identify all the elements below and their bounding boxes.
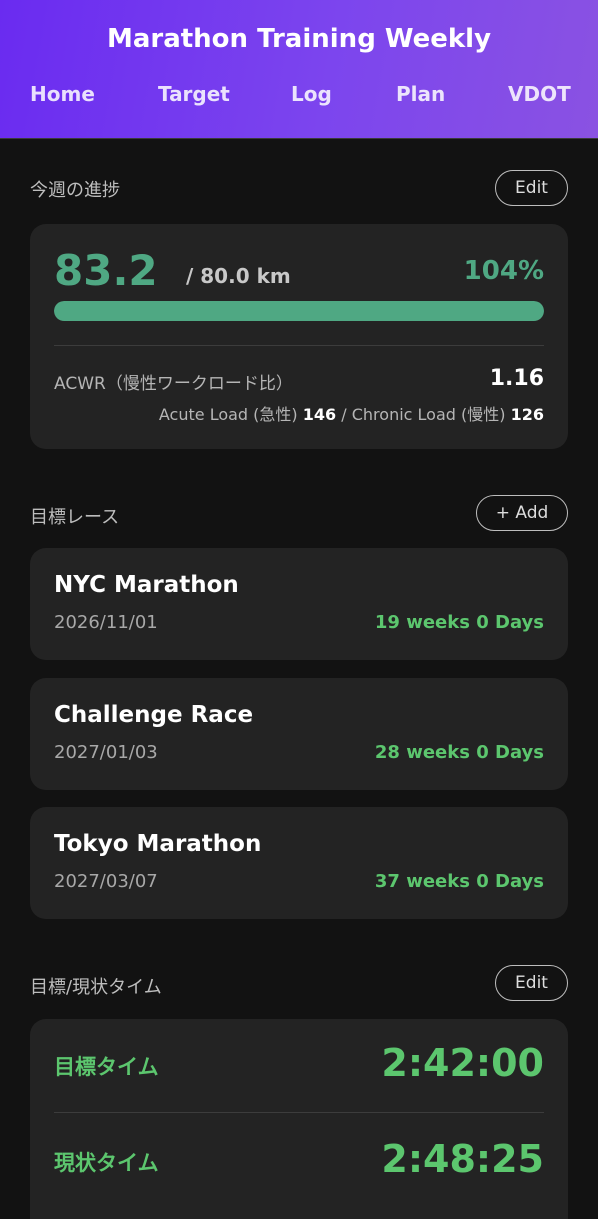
target-races-title: 目標レース xyxy=(30,507,120,528)
weekly-progress-title: 今週の進捗 xyxy=(30,180,120,201)
nav-plan[interactable]: Plan xyxy=(396,82,445,106)
race-countdown: 28 weeks 0 Days xyxy=(374,742,544,763)
edit-progress-button[interactable]: Edit xyxy=(495,170,568,206)
race-date: 2027/03/07 xyxy=(54,871,158,892)
race-card[interactable]: NYC Marathon 2026/11/01 19 weeks 0 Days xyxy=(30,548,568,660)
weekly-progress-card: 83.2 / 80.0 km 104% ACWR（慢性ワークロード比） 1.16… xyxy=(30,224,568,449)
race-countdown: 19 weeks 0 Days xyxy=(374,612,544,633)
times-title: 目標/現状タイム xyxy=(30,977,162,998)
race-name: NYC Marathon xyxy=(54,572,239,598)
times-card: 目標タイム 2:42:00 現状タイム 2:48:25 xyxy=(30,1019,568,1219)
progress-bar xyxy=(54,301,544,321)
add-race-button[interactable]: + Add xyxy=(476,495,568,531)
current-time-label: 現状タイム xyxy=(54,1151,159,1175)
nav-log[interactable]: Log xyxy=(291,82,332,106)
weekly-distance: 83.2 xyxy=(54,246,158,295)
race-countdown: 37 weeks 0 Days xyxy=(374,871,544,892)
current-time-value: 2:48:25 xyxy=(381,1137,544,1181)
app-title: Marathon Training Weekly xyxy=(106,24,492,54)
acwr-value: 1.16 xyxy=(489,366,544,391)
nav-home[interactable]: Home xyxy=(30,82,95,106)
race-card[interactable]: Tokyo Marathon 2027/03/07 37 weeks 0 Day… xyxy=(30,807,568,919)
nav-vdot[interactable]: VDOT xyxy=(508,82,571,106)
nav-target[interactable]: Target xyxy=(158,82,230,106)
load-separator: / xyxy=(341,405,347,424)
target-time-label: 目標タイム xyxy=(54,1055,159,1079)
acwr-label: ACWR（慢性ワークロード比） xyxy=(54,374,293,394)
weekly-target: / 80.0 km xyxy=(186,264,291,288)
race-date: 2026/11/01 xyxy=(54,612,158,633)
edit-times-button[interactable]: Edit xyxy=(495,965,568,1001)
race-date: 2027/01/03 xyxy=(54,742,158,763)
target-time-value: 2:42:00 xyxy=(381,1041,544,1085)
load-row: Acute Load (急性) 146 / Chronic Load (慢性) … xyxy=(159,401,544,425)
nav-bar: Home Target Log Plan VDOT xyxy=(0,82,598,112)
app-header: Marathon Training Weekly Home Target Log… xyxy=(0,0,598,139)
acute-load-label: Acute Load (急性) xyxy=(158,405,298,424)
divider xyxy=(54,345,544,346)
chronic-load-label: Chronic Load (慢性) xyxy=(351,405,506,424)
chronic-load-value: 126 xyxy=(510,405,544,424)
divider xyxy=(54,1112,544,1113)
progress-bar-fill xyxy=(54,301,544,321)
race-name: Challenge Race xyxy=(54,702,254,728)
weekly-percent: 104% xyxy=(463,256,544,286)
race-card[interactable]: Challenge Race 2027/01/03 28 weeks 0 Day… xyxy=(30,678,568,790)
race-name: Tokyo Marathon xyxy=(54,831,262,857)
acute-load-value: 146 xyxy=(302,405,337,424)
